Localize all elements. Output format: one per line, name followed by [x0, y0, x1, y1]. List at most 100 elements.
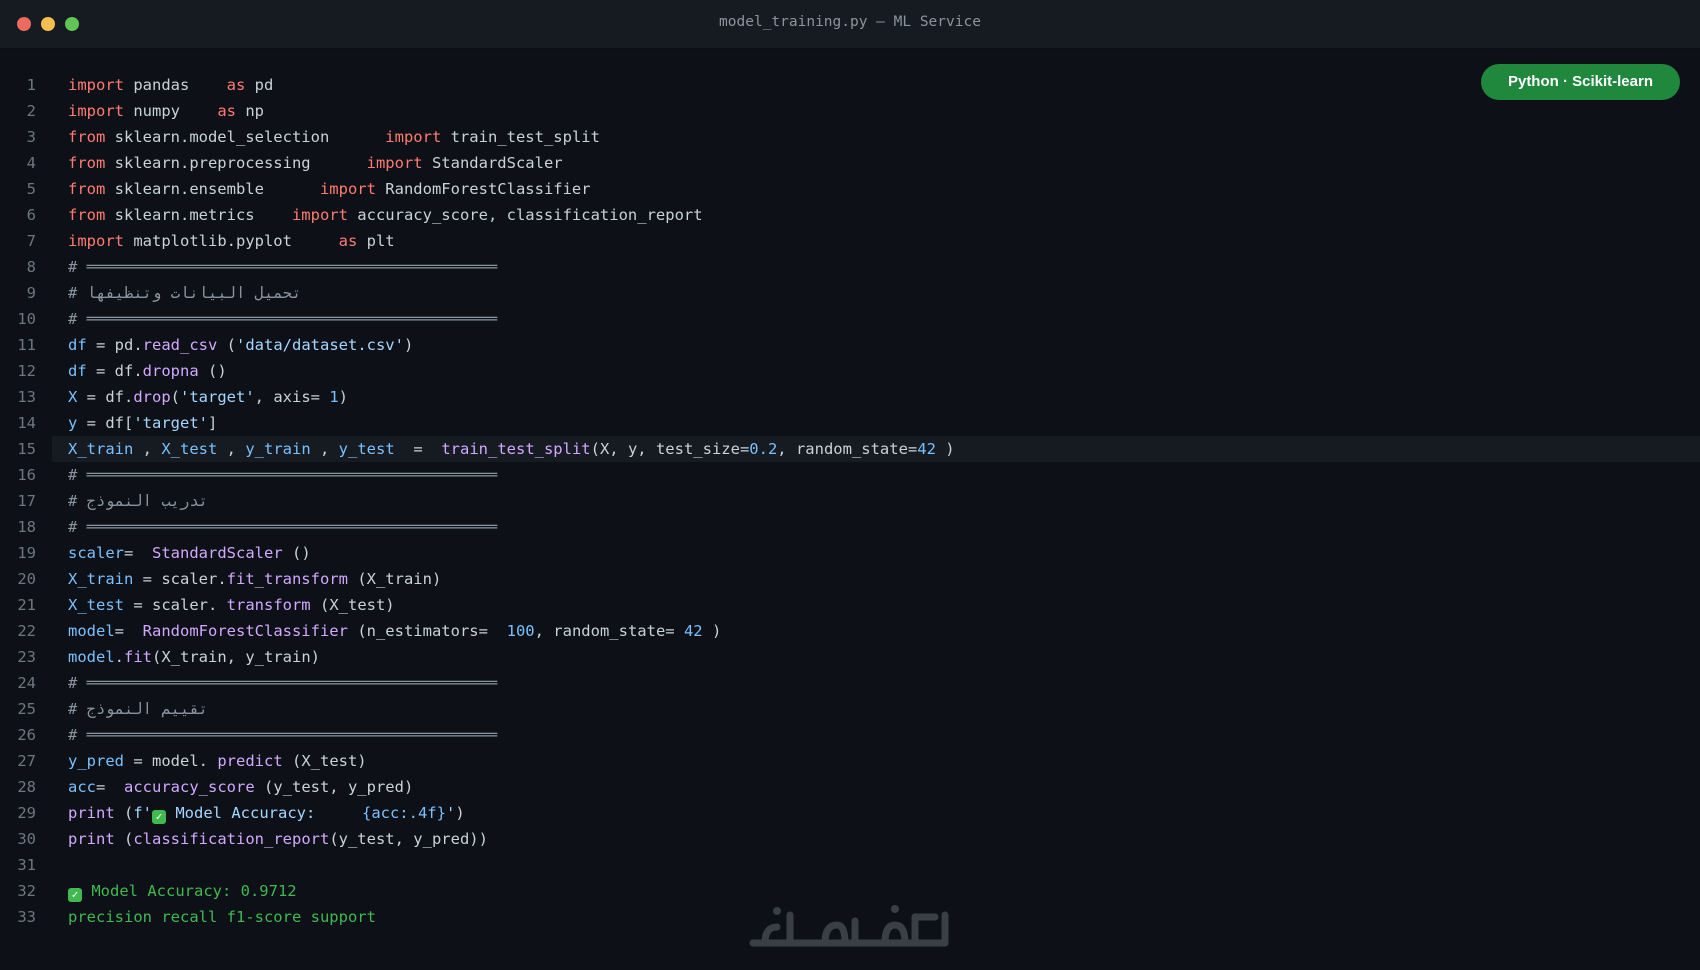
code-token: 'data/dataset.csv': [236, 336, 404, 354]
line-number: 11: [17, 336, 36, 354]
line-number: 6: [26, 206, 36, 224]
code-token: (): [282, 544, 311, 562]
line-text: acc= accuracy_score (y_test, y_pred): [68, 774, 413, 800]
line-text: print (classification_report(y_test, y_p…: [68, 826, 488, 852]
code-token: # ══════════════════════════════════════…: [68, 466, 498, 484]
code-token: Model Accuracy:: [166, 804, 362, 822]
window-titlebar: model_training.py — ML Service: [0, 0, 1700, 49]
line-number: 13: [17, 388, 36, 406]
code-token: = df[: [77, 414, 134, 432]
code-token: RandomForestClassifier: [375, 180, 591, 198]
line-text: X = df.drop('target', axis= 1): [68, 384, 348, 410]
line-text: y = df['target']: [68, 410, 217, 436]
code-line[interactable]: 21 X_test = scaler. transform (X_test): [0, 592, 1700, 618]
code-line[interactable]: 28 acc= accuracy_score (y_test, y_pred): [0, 774, 1700, 800]
code-editor[interactable]: 1 import pandas as pd 2 import numpy as np 3…: [0, 72, 1700, 930]
code-line[interactable]: 31: [0, 852, 1700, 878]
code-token: (X_train, y_train): [152, 648, 320, 666]
code-token: = pd.: [86, 336, 143, 354]
code-token: from: [68, 206, 106, 224]
code-token: print: [68, 804, 115, 822]
code-line[interactable]: 20 X_train = scaler.fit_transform (X_trai…: [0, 566, 1700, 592]
code-line[interactable]: 6 from sklearn.metrics import accuracy_sc…: [0, 202, 1700, 228]
code-line[interactable]: 27 y_pred = model. predict (X_test): [0, 748, 1700, 774]
code-token: sklearn.model_selection: [105, 128, 386, 146]
code-token: classification_report: [133, 830, 330, 848]
code-token: import: [68, 232, 124, 250]
code-token: # ══════════════════════════════════════…: [68, 674, 498, 692]
code-line[interactable]: 8 # ═════════════════════════════════════…: [0, 254, 1700, 280]
code-line[interactable]: 11 df = pd.read_csv ('data/dataset.csv'): [0, 332, 1700, 358]
code-token: y_train: [245, 440, 311, 458]
line-number: 22: [17, 622, 36, 640]
code-token: (X, y, test_size=: [590, 440, 750, 458]
code-line[interactable]: 25 # تقييم النموذج: [0, 696, 1700, 722]
code-line[interactable]: 15 X_train , X_test , y_train , y_test = …: [17, 436, 1700, 462]
code-token: accuracy_score, classification_report: [347, 206, 703, 224]
code-token: sklearn.ensemble: [105, 180, 320, 198]
code-token: = model.: [124, 752, 218, 770]
code-line[interactable]: 26 # ════════════════════════════════════…: [0, 722, 1700, 748]
code-line[interactable]: 9 # تحميل البيانات وتنظيفها: [0, 280, 1700, 306]
code-line[interactable]: 14 y = df['target']: [0, 410, 1700, 436]
code-token: (y_test, y_pred)): [329, 830, 488, 848]
code-line[interactable]: 2 import numpy as np: [0, 98, 1700, 124]
code-line[interactable]: 17 # تدريب النموذج: [0, 488, 1700, 514]
line-number: 8: [26, 258, 36, 276]
code-line[interactable]: 3 from sklearn.model_selection import tra…: [0, 124, 1700, 150]
code-token: = scaler.: [133, 570, 227, 588]
code-line[interactable]: 4 from sklearn.preprocessing import Stand…: [0, 150, 1700, 176]
code-token: (: [114, 830, 134, 848]
code-token: import: [385, 128, 442, 146]
code-token: dropna: [142, 362, 199, 380]
code-token: # تحميل البيانات وتنظيفها: [68, 284, 302, 302]
line-number: 27: [17, 752, 36, 770]
code-line[interactable]: 23 model.fit(X_train, y_train): [0, 644, 1700, 670]
code-token: scaler: [68, 544, 124, 562]
code-line[interactable]: 12 df = df.dropna (): [0, 358, 1700, 384]
code-token: from: [68, 154, 106, 172]
code-line[interactable]: 5 from sklearn.ensemble import RandomFore…: [0, 176, 1700, 202]
code-token: import: [366, 154, 423, 172]
code-token: (: [114, 804, 134, 822]
code-line[interactable]: 7 import matplotlib.pyplot as plt: [0, 228, 1700, 254]
code-token: import: [68, 102, 124, 120]
code-token: 42: [683, 622, 703, 640]
line-number: 28: [17, 778, 36, 796]
code-token: = df.: [86, 362, 143, 380]
code-token: ,: [133, 440, 162, 458]
code-token: predict: [217, 752, 283, 770]
line-text: df = pd.read_csv ('data/dataset.csv'): [68, 332, 413, 358]
code-line[interactable]: 1 import pandas as pd: [0, 72, 1700, 98]
code-token: ]: [208, 414, 218, 432]
line-text: # تدريب النموذج: [68, 488, 208, 514]
code-line[interactable]: 30 print (classification_report(y_test, y…: [0, 826, 1700, 852]
code-token: =: [114, 622, 143, 640]
line-text: model.fit(X_train, y_train): [68, 644, 320, 670]
code-token: as: [226, 76, 246, 94]
code-token: drop: [133, 388, 171, 406]
code-token: (: [170, 388, 181, 406]
line-text: # ══════════════════════════════════════…: [68, 670, 497, 696]
line-number: 32: [17, 882, 36, 900]
code-line[interactable]: 10 # ════════════════════════════════════…: [0, 306, 1700, 332]
line-number: 24: [17, 674, 36, 692]
line-number: 4: [26, 154, 36, 172]
code-token: Model Accuracy: 0.9712: [82, 882, 297, 900]
code-line[interactable]: 18 # ════════════════════════════════════…: [0, 514, 1700, 540]
line-number: 18: [17, 518, 36, 536]
code-token: 42: [917, 440, 936, 458]
code-token: sklearn.metrics: [105, 206, 292, 224]
line-text: ✓ Model Accuracy: 0.9712: [68, 878, 297, 904]
line-number: 14: [17, 414, 36, 432]
code-token: ): [702, 622, 722, 640]
code-line[interactable]: 24 # ════════════════════════════════════…: [0, 670, 1700, 696]
line-number: 12: [17, 362, 36, 380]
code-token: (y_test, y_pred): [254, 778, 414, 796]
code-token: =: [394, 440, 442, 458]
code-line[interactable]: 13 X = df.drop('target', axis= 1): [0, 384, 1700, 410]
code-line[interactable]: 29 print (f' ✓ Model Accuracy: {acc:.4f}'): [0, 800, 1700, 826]
code-line[interactable]: 16 # ════════════════════════════════════…: [0, 462, 1700, 488]
code-line[interactable]: 22 model= RandomForestClassifier (n_estim…: [0, 618, 1700, 644]
code-line[interactable]: 19 scaler= StandardScaler (): [0, 540, 1700, 566]
